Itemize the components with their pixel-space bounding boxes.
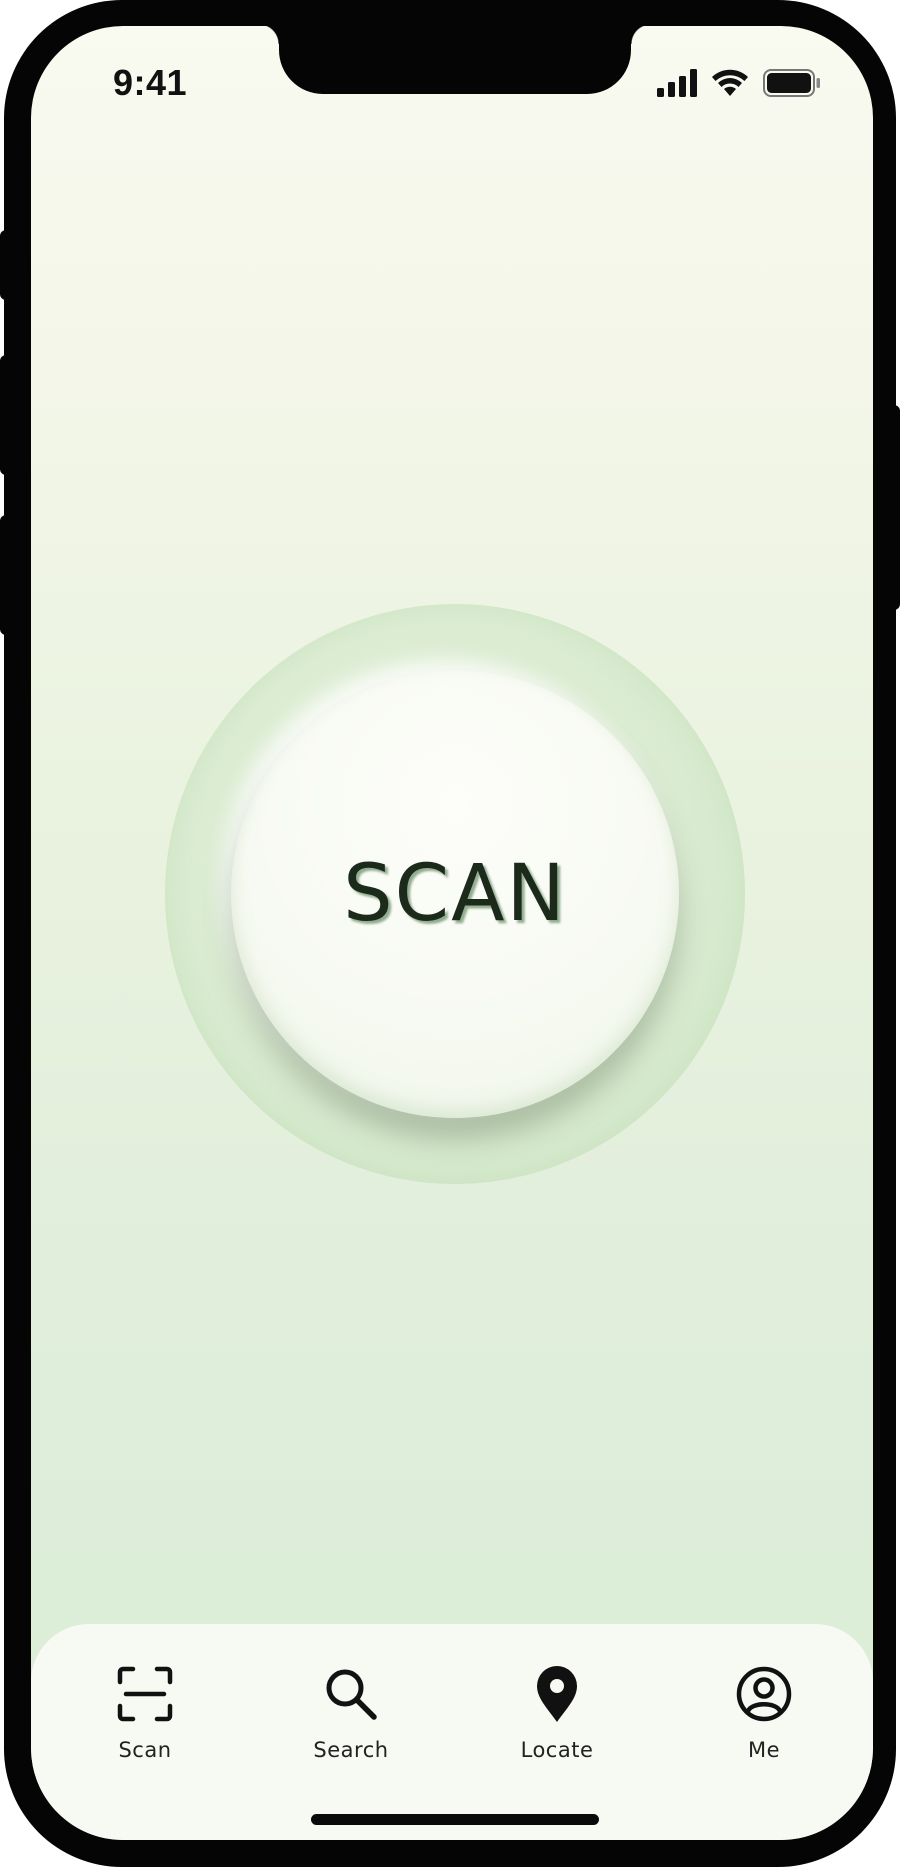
- scan-frame-icon: [115, 1664, 175, 1724]
- search-icon: [321, 1664, 381, 1724]
- tab-scan[interactable]: Scan: [75, 1664, 215, 1784]
- battery-icon: [763, 69, 821, 101]
- scan-button[interactable]: SCAN: [231, 670, 679, 1118]
- tab-bar: Scan Search Locate Me: [31, 1624, 873, 1840]
- scan-button-label: SCAN: [343, 849, 567, 939]
- phone-frame: 9:41 SCAN Scan Search Locate Me: [0, 0, 900, 1867]
- volume-down-button: [0, 515, 12, 635]
- home-indicator[interactable]: [311, 1814, 599, 1825]
- status-time: 9:41: [113, 62, 188, 103]
- wifi-icon: [711, 69, 749, 101]
- tab-search[interactable]: Search: [281, 1664, 421, 1784]
- volume-up-button: [0, 355, 12, 475]
- tab-locate[interactable]: Locate: [487, 1664, 627, 1784]
- power-button: [888, 405, 900, 610]
- tab-me-label: Me: [747, 1738, 781, 1762]
- signal-icon: [657, 69, 697, 101]
- notch: [259, 26, 651, 94]
- tab-me[interactable]: Me: [694, 1664, 834, 1784]
- status-icons: [657, 68, 821, 102]
- scan-button-ring: SCAN: [165, 604, 745, 1184]
- tab-search-label: Search: [313, 1738, 389, 1762]
- tab-locate-label: Locate: [520, 1738, 594, 1762]
- user-circle-icon: [734, 1664, 794, 1724]
- mute-switch: [0, 230, 12, 300]
- tab-scan-label: Scan: [118, 1738, 172, 1762]
- location-pin-icon: [527, 1664, 587, 1724]
- screen: 9:41 SCAN Scan Search Locate Me: [31, 26, 873, 1840]
